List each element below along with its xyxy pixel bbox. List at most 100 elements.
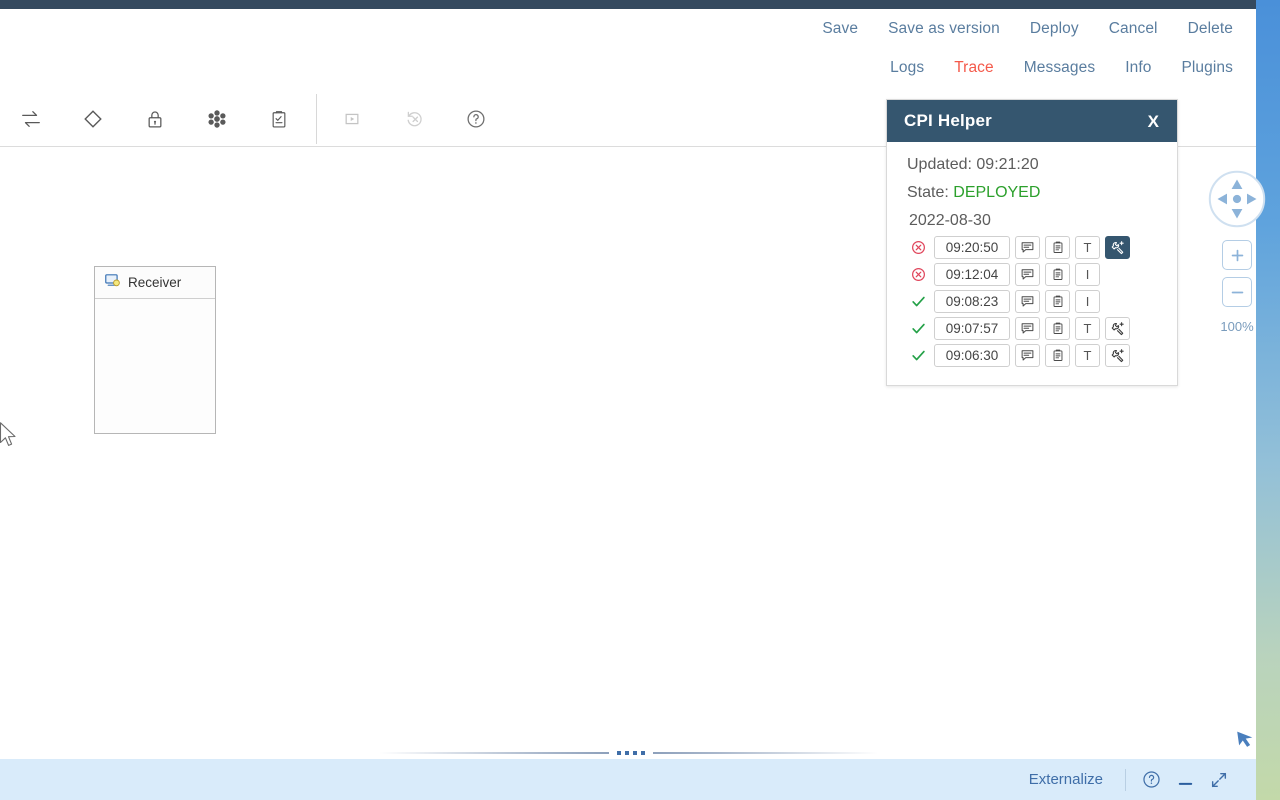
receiver-node[interactable]: Receiver	[94, 266, 216, 434]
tools-button[interactable]	[1105, 317, 1130, 340]
desktop-background-strip	[1256, 0, 1280, 800]
trace-run-time[interactable]: 09:20:50	[934, 236, 1010, 259]
splitter-line-left	[378, 752, 609, 754]
clipboard-icon	[1051, 321, 1065, 336]
cluster-icon	[206, 108, 228, 130]
mouse-cursor-icon	[0, 422, 20, 453]
undo-tool-button[interactable]	[383, 91, 445, 147]
nav-link-cancel[interactable]: Cancel	[1108, 17, 1159, 41]
clipboard-icon	[1051, 240, 1065, 255]
message-log-button[interactable]	[1015, 290, 1040, 313]
nav-link-save[interactable]: Save	[821, 17, 859, 41]
speech-bubble-icon	[1020, 294, 1035, 309]
trace-run-row: 09:12:04 I	[907, 263, 1177, 286]
mapping-tool-button[interactable]	[186, 91, 248, 147]
nav-link-logs[interactable]: Logs	[889, 56, 925, 80]
trace-toggle-button[interactable]: T	[1075, 344, 1100, 367]
receiver-participant-icon	[104, 272, 121, 294]
cpi-helper-body: Updated: 09:21:20 State: DEPLOYED 2022-0…	[887, 142, 1177, 385]
message-log-button[interactable]	[1015, 236, 1040, 259]
lock-icon	[145, 108, 165, 130]
toolbar-divider	[316, 93, 317, 144]
nav-link-delete[interactable]: Delete	[1187, 17, 1234, 41]
zoom-level-label: 100%	[1220, 319, 1254, 334]
tools-button[interactable]	[1105, 344, 1130, 367]
help-circle-icon[interactable]	[1134, 765, 1168, 795]
bottom-status-bar: Externalize	[0, 759, 1256, 800]
pan-pad-icon[interactable]	[1208, 170, 1266, 228]
validation-tool-button[interactable]	[248, 91, 310, 147]
receiver-node-body[interactable]	[95, 299, 215, 433]
panel-splitter[interactable]	[0, 747, 1256, 759]
shell-top-bar	[0, 0, 1256, 9]
error-circle-icon	[907, 239, 929, 256]
speech-bubble-icon	[1020, 321, 1035, 336]
trace-run-row: 09:07:57 T	[907, 317, 1177, 340]
secondary-action-links: Logs Trace Messages Info Plugins	[889, 56, 1234, 80]
properties-button[interactable]	[1045, 317, 1070, 340]
speech-bubble-icon	[1020, 348, 1035, 363]
tools-button[interactable]	[1105, 236, 1130, 259]
cpi-helper-panel: CPI Helper X Updated: 09:21:20 State: DE…	[886, 99, 1178, 386]
message-log-button[interactable]	[1015, 263, 1040, 286]
clipboard-icon	[1051, 294, 1065, 309]
properties-button[interactable]	[1045, 344, 1070, 367]
nav-link-info[interactable]: Info	[1124, 56, 1152, 80]
message-log-button[interactable]	[1015, 344, 1040, 367]
externalize-button[interactable]: Externalize	[1015, 771, 1117, 788]
message-log-button[interactable]	[1015, 317, 1040, 340]
run-tool-button[interactable]	[321, 91, 383, 147]
state-line: State: DEPLOYED	[907, 184, 1177, 202]
close-icon[interactable]: X	[1148, 113, 1159, 130]
splitter-line-right	[652, 752, 878, 754]
receiver-node-label: Receiver	[128, 275, 182, 290]
trace-run-list: 09:20:50 T 09:12:04 I 09:08:23 I 09:07:57 T 09:0…	[907, 236, 1177, 367]
nav-link-plugins[interactable]: Plugins	[1180, 56, 1234, 80]
nav-link-save-as-version[interactable]: Save as version	[887, 17, 1001, 41]
help-tool-button[interactable]	[445, 91, 507, 147]
trace-toggle-button[interactable]: T	[1075, 236, 1100, 259]
primary-action-links: Save Save as version Deploy Cancel Delete	[821, 17, 1234, 41]
speech-bubble-icon	[1020, 267, 1035, 282]
trace-run-time[interactable]: 09:06:30	[934, 344, 1010, 367]
properties-button[interactable]	[1045, 263, 1070, 286]
app-root: Save Save as version Deploy Cancel Delete Lo…	[0, 0, 1280, 800]
nav-link-deploy[interactable]: Deploy	[1029, 17, 1080, 41]
row-spacer	[1105, 263, 1130, 286]
clipboard-icon	[1051, 348, 1065, 363]
cpi-helper-title: CPI Helper	[904, 111, 992, 130]
info-toggle-button[interactable]: I	[1075, 290, 1100, 313]
connector-tool-button[interactable]	[0, 91, 62, 147]
info-toggle-button[interactable]: I	[1075, 263, 1100, 286]
trace-run-time[interactable]: 09:07:57	[934, 317, 1010, 340]
updated-label: Updated:	[907, 156, 972, 173]
state-label: State:	[907, 184, 949, 201]
security-tool-button[interactable]	[124, 91, 186, 147]
trace-run-time[interactable]: 09:08:23	[934, 290, 1010, 313]
minimize-icon[interactable]	[1168, 765, 1202, 795]
nav-link-messages[interactable]: Messages	[1023, 56, 1096, 80]
updated-value: 09:21:20	[976, 156, 1039, 173]
trace-toggle-button[interactable]: T	[1075, 317, 1100, 340]
trace-run-row: 09:06:30 T	[907, 344, 1177, 367]
success-check-icon	[907, 320, 929, 337]
gateway-tool-button[interactable]	[62, 91, 124, 147]
trace-run-time[interactable]: 09:12:04	[934, 263, 1010, 286]
properties-button[interactable]	[1045, 236, 1070, 259]
tools-icon	[1110, 240, 1126, 255]
updated-line: Updated: 09:21:20	[907, 156, 1177, 174]
properties-button[interactable]	[1045, 290, 1070, 313]
zoom-in-button[interactable]	[1222, 240, 1252, 270]
fullscreen-icon[interactable]	[1202, 765, 1236, 795]
splitter-grip-icon[interactable]	[616, 751, 645, 755]
collapse-arrow-icon[interactable]	[1234, 728, 1256, 755]
nav-link-trace[interactable]: Trace	[953, 56, 995, 80]
speech-bubble-icon	[1020, 240, 1035, 255]
status-bar-divider	[1125, 768, 1126, 791]
row-spacer	[1105, 290, 1130, 313]
toolbar-left-group	[0, 91, 507, 147]
cpi-helper-header: CPI Helper X	[887, 100, 1177, 142]
diamond-icon	[82, 108, 104, 130]
clipboard-check-icon	[269, 108, 289, 130]
zoom-out-button[interactable]	[1222, 277, 1252, 307]
